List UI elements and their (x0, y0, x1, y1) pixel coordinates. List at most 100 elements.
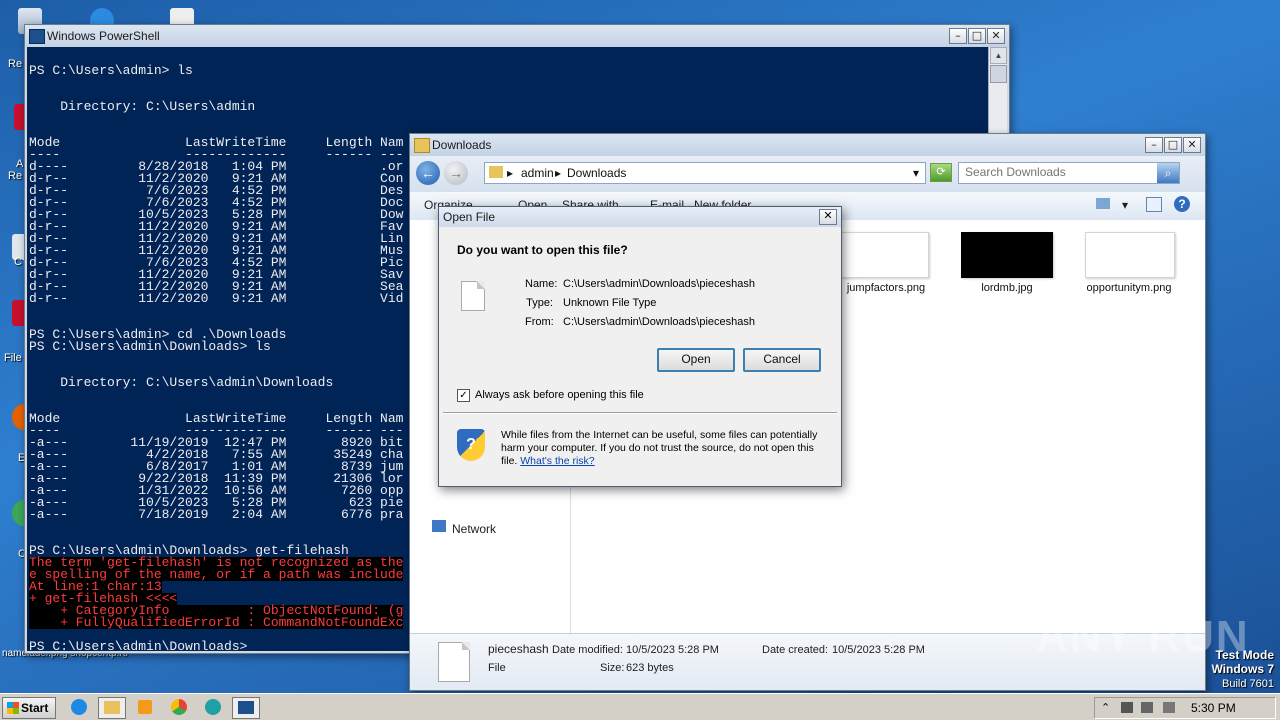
details-type: File (488, 662, 506, 674)
address-bar[interactable]: ▸ admin ▸ Downloads ▾ (484, 162, 926, 184)
network-tray-icon[interactable] (1121, 702, 1133, 713)
scroll-thumb[interactable] (990, 65, 1007, 83)
os-version: Windows 7 (1211, 662, 1274, 676)
breadcrumb-separator[interactable]: ▸ (555, 166, 561, 180)
os-build: Build 7601 (1222, 678, 1274, 690)
from-label: From: (525, 316, 554, 328)
clock[interactable]: 5:30 PM (1191, 701, 1236, 715)
minimize-button[interactable]: – (949, 28, 967, 44)
details-modified-label: Date modified: (552, 644, 623, 656)
console-line: d-r-- 11/2/2020 9:21 AM Vid (29, 291, 404, 306)
shield-icon: ? (457, 429, 485, 461)
details-size-label: Size: (600, 662, 625, 674)
console-line: -a--- 7/18/2019 2:04 AM 6776 pra (29, 507, 404, 522)
always-ask-label[interactable]: Always ask before opening this file (475, 389, 644, 401)
name-value: C:\Users\admin\Downloads\pieceshash (563, 278, 755, 290)
file-icon (438, 642, 470, 682)
cancel-button[interactable]: Cancel (743, 348, 821, 372)
desktop-label: A (16, 158, 24, 170)
close-button[interactable]: ✕ (1183, 137, 1201, 153)
search-icon[interactable]: ⌕ (1157, 163, 1179, 183)
breadcrumb-separator[interactable]: ▸ (507, 166, 513, 180)
tray-chevron-icon[interactable]: ⌃ (1101, 701, 1110, 714)
view-options-icon[interactable] (1096, 198, 1110, 209)
desktop-label: C (14, 256, 22, 268)
anyrun-watermark: ANY RUN (1036, 612, 1250, 661)
desktop-label: File (4, 352, 22, 364)
minimize-button[interactable]: – (1145, 137, 1163, 153)
powershell-icon (29, 29, 45, 44)
taskbar: Start ⌃ 5:30 PM (0, 693, 1280, 720)
search-box[interactable]: ⌕ (958, 162, 1180, 184)
always-ask-checkbox[interactable]: ✓ (457, 389, 470, 402)
maximize-button[interactable]: □ (1164, 137, 1182, 153)
console-line: PS C:\Users\admin\Downloads> ls (29, 339, 271, 354)
start-label: Start (21, 701, 49, 715)
maximize-button[interactable]: □ (968, 28, 986, 44)
media-player-icon[interactable] (132, 697, 158, 717)
close-button[interactable]: ✕ (819, 209, 837, 225)
file-icon (461, 281, 485, 311)
flag-icon[interactable] (1163, 702, 1175, 713)
dialog-question: Do you want to open this file? (457, 243, 628, 257)
edge-icon[interactable] (200, 697, 226, 717)
explorer-taskbar-icon[interactable] (98, 697, 126, 719)
close-button[interactable]: ✕ (987, 28, 1005, 44)
window-title: Windows PowerShell (47, 29, 160, 43)
scroll-up-arrow-icon[interactable]: ▲ (990, 47, 1007, 64)
dialog-titlebar[interactable]: Open File ✕ (439, 207, 841, 227)
powershell-titlebar[interactable]: Windows PowerShell – □ ✕ (25, 25, 1009, 47)
powershell-taskbar-icon[interactable] (232, 697, 260, 719)
details-created: 10/5/2023 5:28 PM (832, 644, 925, 656)
file-thumbnail[interactable] (1085, 232, 1175, 278)
file-label[interactable]: lordmb.jpg (947, 282, 1067, 294)
explorer-titlebar[interactable]: Downloads – □ ✕ (410, 134, 1205, 156)
file-thumbnail[interactable] (961, 232, 1053, 278)
ie-icon[interactable] (66, 697, 92, 717)
details-size: 623 bytes (626, 662, 674, 674)
caption-buttons: – □ ✕ (1145, 137, 1201, 153)
details-modified: 10/5/2023 5:28 PM (626, 644, 719, 656)
search-input[interactable] (959, 163, 1161, 181)
folder-icon (414, 138, 430, 153)
file-thumbnail[interactable] (841, 232, 929, 278)
window-title: Downloads (432, 138, 492, 152)
breadcrumb-admin[interactable]: admin (521, 166, 554, 180)
open-file-dialog[interactable]: Open File ✕ Do you want to open this fil… (438, 206, 842, 487)
console-line: Directory: C:\Users\admin\Downloads (29, 375, 334, 390)
desktop-label: Re (8, 170, 23, 182)
name-label: Name: (525, 278, 558, 290)
chevron-down-icon[interactable]: ▾ (1122, 198, 1128, 212)
open-button[interactable]: Open (657, 348, 735, 372)
console-error-line: + FullyQualifiedErrorId : CommandNotFoun… (29, 615, 404, 630)
dialog-title: Open File (443, 210, 496, 224)
volume-icon[interactable] (1141, 702, 1153, 713)
preview-pane-icon[interactable] (1146, 197, 1162, 212)
chrome-icon[interactable] (166, 697, 192, 717)
chevron-down-icon[interactable]: ▾ (913, 166, 919, 180)
system-tray: ⌃ 5:30 PM (1094, 697, 1276, 719)
file-label[interactable]: jumpfactors.png (826, 282, 946, 294)
divider (443, 412, 837, 414)
file-label[interactable]: opportunitym.png (1069, 282, 1189, 294)
refresh-icon[interactable]: ⟳ (930, 163, 952, 182)
console-line: PS C:\Users\admin> ls (29, 63, 193, 78)
nav-item-network[interactable]: Network (452, 522, 496, 536)
breadcrumb-downloads[interactable]: Downloads (567, 166, 626, 180)
forward-arrow-icon[interactable]: → (444, 161, 468, 185)
security-warning: While files from the Internet can be use… (501, 429, 827, 468)
help-icon[interactable]: ? (1174, 196, 1190, 212)
back-arrow-icon[interactable]: ← (416, 161, 440, 185)
desktop-label: Re (8, 58, 23, 70)
from-value: C:\Users\admin\Downloads\pieceshash (563, 316, 755, 328)
folder-icon (489, 166, 503, 178)
address-bar-row: ← → ▸ admin ▸ Downloads ▾ ⟳ ⌕ (410, 156, 1205, 192)
network-icon (432, 520, 446, 532)
console-line: Directory: C:\Users\admin (29, 99, 256, 114)
start-button[interactable]: Start (2, 697, 56, 719)
console-line: PS C:\Users\admin\Downloads> (29, 639, 248, 651)
type-value: Unknown File Type (563, 297, 657, 309)
risk-link[interactable]: What's the risk? (520, 455, 594, 467)
caption-buttons: – □ ✕ (949, 28, 1005, 44)
type-label: Type: (526, 297, 553, 309)
